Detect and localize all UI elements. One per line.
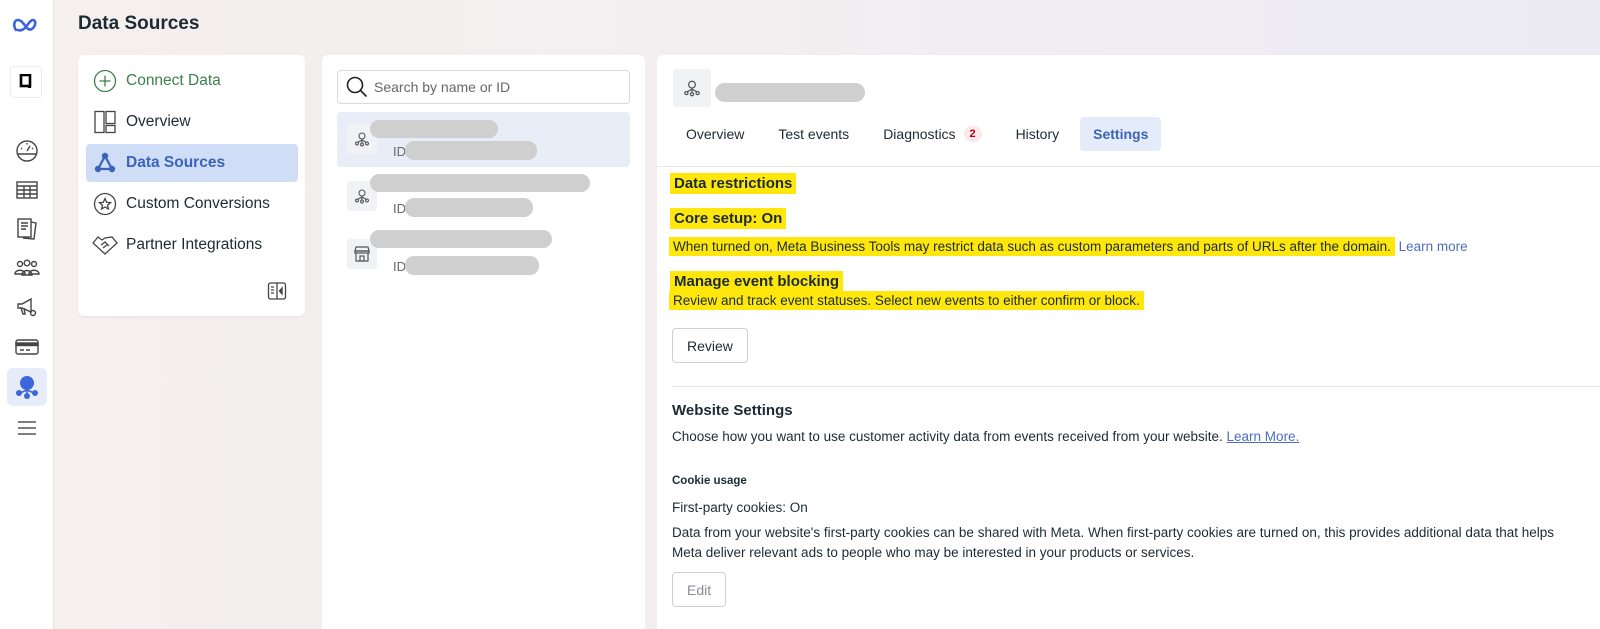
collapse-nav-button[interactable] [267, 281, 287, 301]
data-sources-icon [92, 150, 118, 176]
data-sources-list-panel: ID ID ID [322, 55, 645, 629]
learn-more-link[interactable]: Learn More. [1227, 429, 1300, 444]
cookie-usage-heading: Cookie usage [672, 475, 747, 487]
page-title: Data Sources [78, 13, 200, 34]
nav-item-custom-conversions[interactable]: Custom Conversions [86, 185, 298, 223]
plus-circle-icon [92, 68, 118, 94]
tab-label: History [1015, 126, 1060, 142]
rail-menu[interactable] [7, 409, 47, 447]
source-id-redacted [405, 141, 537, 160]
tab-label: Settings [1093, 126, 1149, 142]
left-rail [0, 0, 54, 629]
credit-card-icon [15, 339, 39, 355]
tab-overview[interactable]: Overview [673, 117, 757, 151]
edit-button[interactable]: Edit [672, 572, 727, 607]
tab-history[interactable]: History [1003, 117, 1073, 151]
speedometer-icon [16, 140, 38, 162]
hamburger-icon [18, 421, 36, 435]
nav-item-connect-data[interactable]: Connect Data [86, 62, 298, 100]
nav-item-data-sources[interactable]: Data Sources [86, 144, 298, 182]
detail-header: Overview Test events Diagnostics 2 Histor… [657, 55, 1600, 167]
nav-item-label: Data Sources [126, 154, 226, 171]
section-divider [672, 386, 1600, 387]
cookie-description: Data from your website's first-party coo… [672, 525, 1555, 560]
data-restrictions-heading: Data restrictions [670, 173, 797, 194]
source-id-redacted [405, 198, 533, 217]
nav-item-label: Custom Conversions [126, 195, 270, 212]
tab-settings[interactable]: Settings [1080, 117, 1162, 151]
review-button[interactable]: Review [672, 328, 748, 363]
detail-tabs: Overview Test events Diagnostics 2 Histor… [673, 117, 1169, 151]
source-detail-panel: Overview Test events Diagnostics 2 Histor… [657, 55, 1600, 629]
first-party-cookies-status: First-party cookies: On [672, 500, 808, 515]
rail-audiences[interactable] [7, 249, 47, 287]
data-sources-icon [16, 376, 38, 399]
pixel-icon [673, 69, 711, 107]
rail-pages[interactable] [7, 210, 47, 248]
source-id-redacted [405, 256, 539, 275]
source-name-redacted [370, 120, 498, 138]
rail-billing[interactable] [7, 328, 47, 366]
source-list-item[interactable]: ID [337, 169, 630, 224]
people-icon [14, 259, 40, 276]
tab-test-events[interactable]: Test events [765, 117, 862, 151]
collapse-panel-icon [267, 282, 287, 300]
search-box[interactable] [337, 70, 630, 104]
core-setup-status: Core setup: On [670, 208, 787, 229]
tab-label: Overview [686, 126, 745, 142]
nav-item-partner-integrations[interactable]: Partner Integrations [86, 226, 298, 264]
rail-table[interactable] [7, 171, 47, 209]
tab-diagnostics[interactable]: Diagnostics 2 [870, 117, 994, 151]
layout-icon [92, 109, 118, 135]
core-setup-description: When turned on, Meta Business Tools may … [669, 237, 1395, 256]
handshake-icon [92, 232, 118, 258]
manage-event-blocking-description: Review and track event statuses. Select … [669, 291, 1144, 310]
website-settings-description-row: Choose how you want to use customer acti… [672, 429, 1299, 444]
rail-dashboard[interactable] [7, 132, 47, 170]
search-icon [346, 76, 368, 98]
source-title-redacted [715, 83, 865, 102]
source-list-item[interactable]: ID [337, 227, 630, 282]
search-input[interactable] [374, 79, 614, 95]
megaphone-icon [17, 297, 37, 317]
meta-infinity-icon [12, 18, 37, 32]
business-logo-icon [19, 74, 32, 88]
learn-more-link[interactable]: Learn more [1399, 239, 1468, 254]
nav-panel: Connect Data Overview Data Sources Custo… [78, 55, 305, 316]
nav-item-label: Overview [126, 113, 191, 130]
rail-ads[interactable] [7, 288, 47, 326]
website-settings-heading: Website Settings [672, 402, 793, 419]
core-setup-description-row: When turned on, Meta Business Tools may … [669, 237, 1468, 256]
star-circle-icon [92, 191, 118, 217]
manage-event-blocking-heading: Manage event blocking [670, 271, 844, 292]
tab-label: Test events [778, 126, 850, 142]
pages-icon [17, 218, 37, 240]
nav-item-overview[interactable]: Overview [86, 103, 298, 141]
source-name-redacted [370, 230, 552, 248]
nav-item-label: Connect Data [126, 72, 221, 89]
diagnostics-count-badge: 2 [963, 126, 982, 142]
table-icon [16, 181, 38, 199]
source-name-redacted [370, 174, 590, 192]
business-account-button[interactable] [10, 66, 42, 98]
meta-logo[interactable] [7, 6, 47, 44]
tab-label: Diagnostics [883, 126, 956, 142]
website-settings-description: Choose how you want to use customer acti… [672, 429, 1223, 444]
rail-events-manager[interactable] [7, 368, 47, 406]
nav-item-label: Partner Integrations [126, 236, 263, 253]
source-list-item[interactable]: ID [337, 112, 630, 167]
